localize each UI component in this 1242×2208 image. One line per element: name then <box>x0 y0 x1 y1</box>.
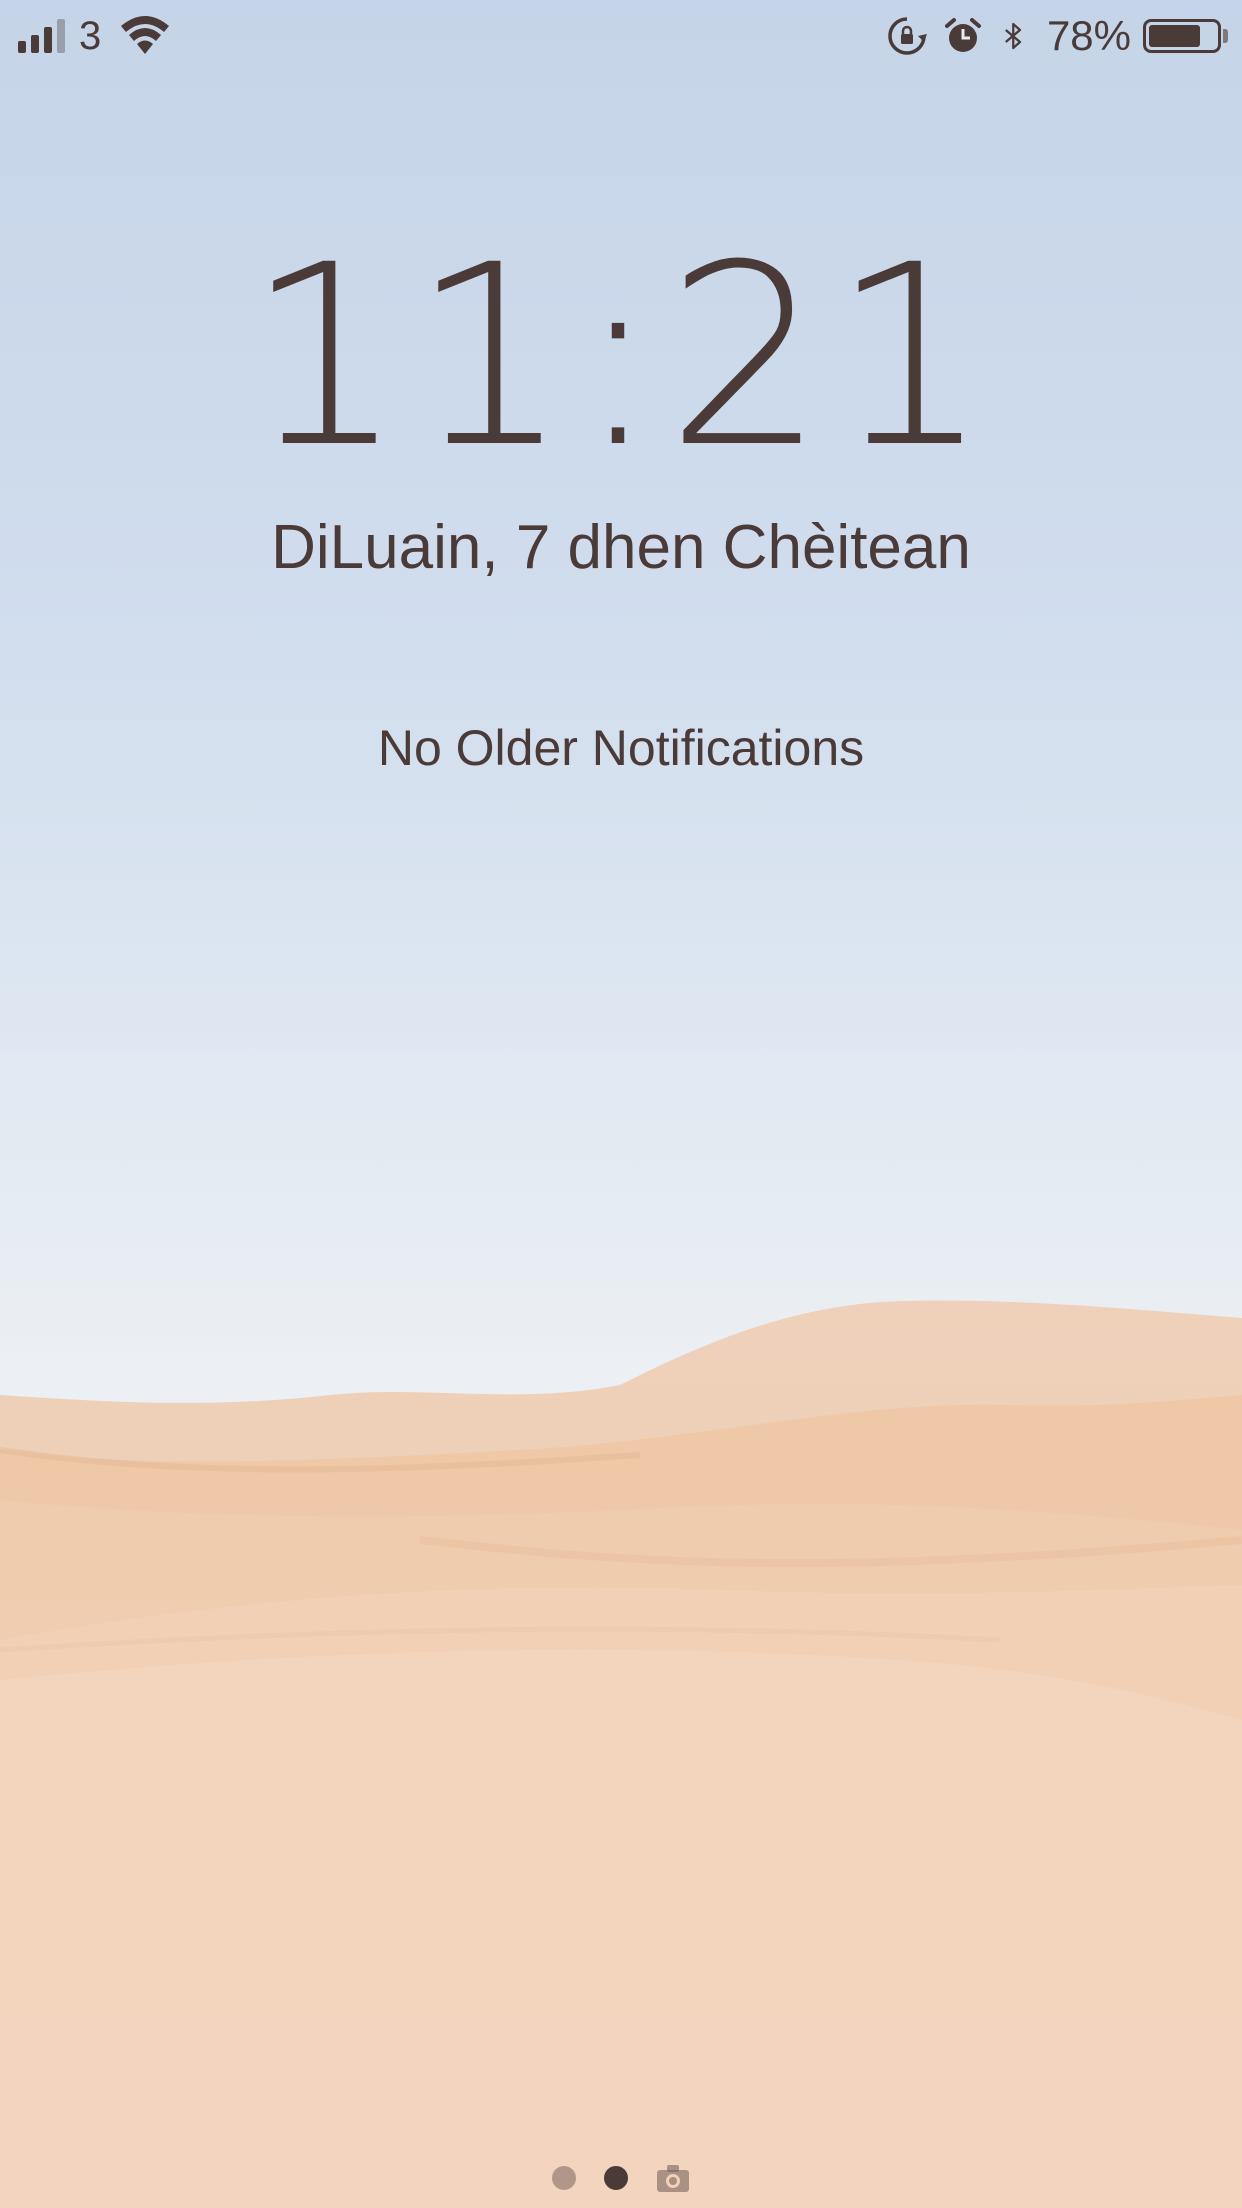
wifi-icon <box>121 16 170 54</box>
page-dot-lock-screen[interactable] <box>604 2166 628 2190</box>
carrier-label: 3 <box>79 13 102 58</box>
lock-screen-date: DiLuain, 7 dhen Chèitean <box>271 513 971 582</box>
alarm-clock-icon <box>944 18 981 52</box>
battery-nub <box>1223 29 1228 43</box>
status-bar: 3 78% <box>0 0 1242 72</box>
rotation-lock-icon <box>888 17 927 55</box>
status-bar-right: 78% <box>871 12 1228 60</box>
lock-screen-time: 11:21 <box>245 211 997 502</box>
page-indicator[interactable] <box>0 2158 1242 2198</box>
bluetooth-icon <box>1004 22 1022 50</box>
camera-icon[interactable] <box>656 2163 690 2193</box>
status-bar-left: 3 <box>18 12 171 60</box>
no-older-notifications-label: No Older Notifications <box>377 720 865 776</box>
lock-screen: 3 78% 11:21 DiLuain, 7 dhen Chèitean No … <box>0 0 1242 2208</box>
cellular-signal-icon <box>18 19 65 53</box>
page-dot-widgets[interactable] <box>552 2166 576 2190</box>
battery-icon <box>1143 19 1221 53</box>
battery-percentage: 78% <box>1046 12 1131 59</box>
